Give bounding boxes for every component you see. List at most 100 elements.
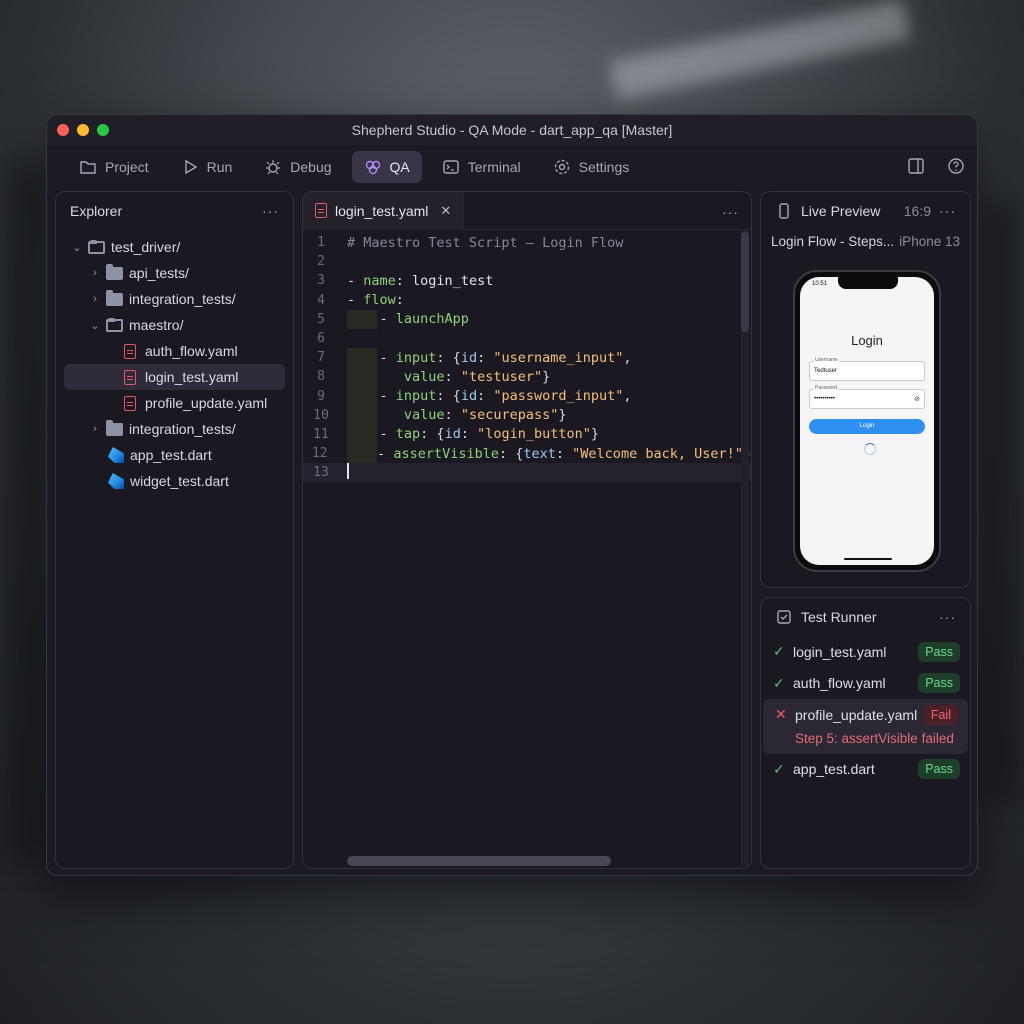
toolbar-terminal[interactable]: Terminal — [430, 151, 533, 183]
toolbar-qa[interactable]: QA — [351, 151, 422, 183]
phone-mockup: 10:51 Login Username Tedtuser Password •… — [793, 270, 941, 572]
gear-icon — [554, 159, 569, 175]
test-name: auth_flow.yaml — [793, 675, 886, 692]
more-icon[interactable]: ··· — [939, 203, 956, 219]
yaml-file-icon — [124, 343, 136, 359]
tree-folder-integration-tests[interactable]: › integration_tests/ — [56, 286, 293, 312]
chevron-right-icon[interactable]: › — [88, 423, 102, 435]
horizontal-scrollbar[interactable] — [347, 856, 611, 866]
tree-item-label: integration_tests/ — [129, 421, 236, 437]
preview-subtitle: Login Flow - Steps... — [771, 234, 895, 249]
chevron-down-icon[interactable]: ⌄ — [88, 319, 102, 332]
toolbar-debug[interactable]: Debug — [252, 151, 343, 183]
tree-item-label: api_tests/ — [129, 265, 189, 281]
cross-icon: ✕ — [775, 706, 787, 723]
password-value: •••••••••• — [814, 396, 836, 402]
line-number: 8 — [317, 369, 325, 385]
maximize-window-button[interactable] — [97, 124, 109, 136]
tree-file-app-test[interactable]: app_test.dart — [56, 442, 293, 468]
aspect-ratio[interactable]: 16:9 — [904, 203, 931, 219]
username-field[interactable]: Username Tedtuser — [809, 357, 925, 381]
code-line: 10 value: "securepass"} — [303, 405, 751, 425]
tree-folder-test-driver[interactable]: ⌄ test_driver/ — [56, 234, 293, 260]
dart-file-icon — [108, 473, 124, 489]
more-icon[interactable]: ··· — [262, 203, 279, 219]
eye-off-icon[interactable]: ⊘ — [914, 395, 920, 403]
test-result-row[interactable]: ✓ auth_flow.yaml Pass — [761, 668, 970, 700]
toolbar-label: Settings — [578, 159, 630, 175]
toolbar-run[interactable]: Run — [169, 151, 245, 183]
tree-folder-api-tests[interactable]: › api_tests/ — [56, 260, 293, 286]
minimize-window-button[interactable] — [77, 124, 89, 136]
toolbar-label: Debug — [290, 159, 332, 175]
chevron-right-icon[interactable]: › — [88, 293, 102, 305]
code-line: 4 - flow: — [303, 291, 751, 310]
login-button[interactable]: Login — [809, 419, 925, 434]
folder-open-icon — [88, 239, 105, 254]
vertical-scrollbar[interactable] — [741, 232, 749, 332]
runner-title: Test Runner — [801, 609, 877, 625]
tree-file-login-test[interactable]: login_test.yaml — [64, 364, 285, 390]
window-title: Shepherd Studio - QA Mode - dart_app_qa … — [351, 122, 673, 138]
test-result-row[interactable]: ✕ profile_update.yaml Fail — [763, 699, 968, 731]
indent-guide — [347, 444, 377, 464]
folder-icon — [106, 263, 123, 280]
tree-file-profile-update[interactable]: profile_update.yaml — [56, 390, 293, 416]
close-icon[interactable]: ✕ — [440, 203, 451, 219]
window-controls — [57, 124, 109, 136]
folder-icon — [80, 161, 96, 174]
test-runner-panel: Test Runner ··· ✓ login_test.yaml Pass ✓… — [760, 597, 971, 869]
file-tree: ⌄ test_driver/ › api_tests/ › integratio… — [56, 230, 293, 494]
checkbox-icon — [777, 610, 791, 624]
test-result-row[interactable]: ✓ app_test.dart Pass — [761, 754, 970, 786]
tree-file-widget-test[interactable]: widget_test.dart — [56, 468, 293, 494]
test-result-failed[interactable]: ✕ profile_update.yaml Fail Step 5: asser… — [763, 699, 968, 754]
explorer-title: Explorer — [70, 203, 123, 219]
line-number: 6 — [317, 331, 325, 347]
check-icon: ✓ — [773, 643, 785, 660]
line-number: 10 — [313, 407, 329, 423]
help-icon[interactable] — [947, 157, 965, 175]
password-label: Password — [814, 385, 838, 391]
indent-guide — [347, 424, 377, 445]
line-number: 7 — [317, 350, 325, 366]
tab-login-test[interactable]: login_test.yaml ✕ — [303, 192, 465, 230]
tree-folder-maestro[interactable]: ⌄ maestro/ — [56, 312, 293, 338]
failure-detail: Step 5: assertVisible failed — [795, 730, 954, 746]
tree-folder-integration-tests-2[interactable]: › integration_tests/ — [56, 416, 293, 442]
toolbar-settings[interactable]: Settings — [541, 151, 642, 183]
device-name[interactable]: iPhone 13 — [899, 234, 960, 249]
close-window-button[interactable] — [57, 124, 69, 136]
phone-notch — [838, 277, 898, 289]
live-preview-panel: Live Preview 16:9 ··· Login Flow - Steps… — [760, 191, 971, 588]
yaml-key: name — [363, 272, 396, 289]
indent-guide — [347, 367, 377, 387]
toolbar-project[interactable]: Project — [67, 151, 161, 183]
code-text: # Maestro Test Script – Login Flow — [347, 234, 624, 251]
toolbar-label: Project — [105, 159, 149, 175]
tree-file-auth-flow[interactable]: auth_flow.yaml — [56, 338, 293, 364]
chevron-right-icon[interactable]: › — [88, 267, 102, 279]
background-shape — [980, 200, 1024, 800]
more-icon[interactable]: ··· — [939, 609, 956, 625]
line-number: 12 — [311, 446, 328, 462]
password-field[interactable]: Password •••••••••• ⊘ — [809, 385, 925, 409]
indent-guide — [347, 386, 377, 406]
preview-subtitle-row: Login Flow - Steps... iPhone 13 — [761, 234, 970, 249]
folder-icon — [106, 289, 123, 306]
phone-icon — [779, 203, 789, 219]
code-line: 11 - tap: {id: "login_button"} — [303, 424, 751, 445]
layout-icon[interactable] — [907, 157, 925, 175]
yaml-string: "login_button" — [477, 426, 591, 443]
tab-label: login_test.yaml — [335, 202, 429, 219]
status-badge: Fail — [923, 704, 958, 725]
yaml-key: text — [523, 445, 556, 462]
bug-icon — [266, 160, 281, 175]
toolbar-right — [907, 157, 965, 175]
chevron-down-icon[interactable]: ⌄ — [70, 241, 84, 254]
toolbar-label: Run — [206, 159, 233, 175]
yaml-key: input — [395, 349, 437, 366]
code-area[interactable]: 1 # Maestro Test Script – Login Flow 2 3… — [303, 230, 751, 483]
more-icon[interactable]: ··· — [722, 204, 739, 220]
test-result-row[interactable]: ✓ login_test.yaml Pass — [761, 636, 970, 668]
